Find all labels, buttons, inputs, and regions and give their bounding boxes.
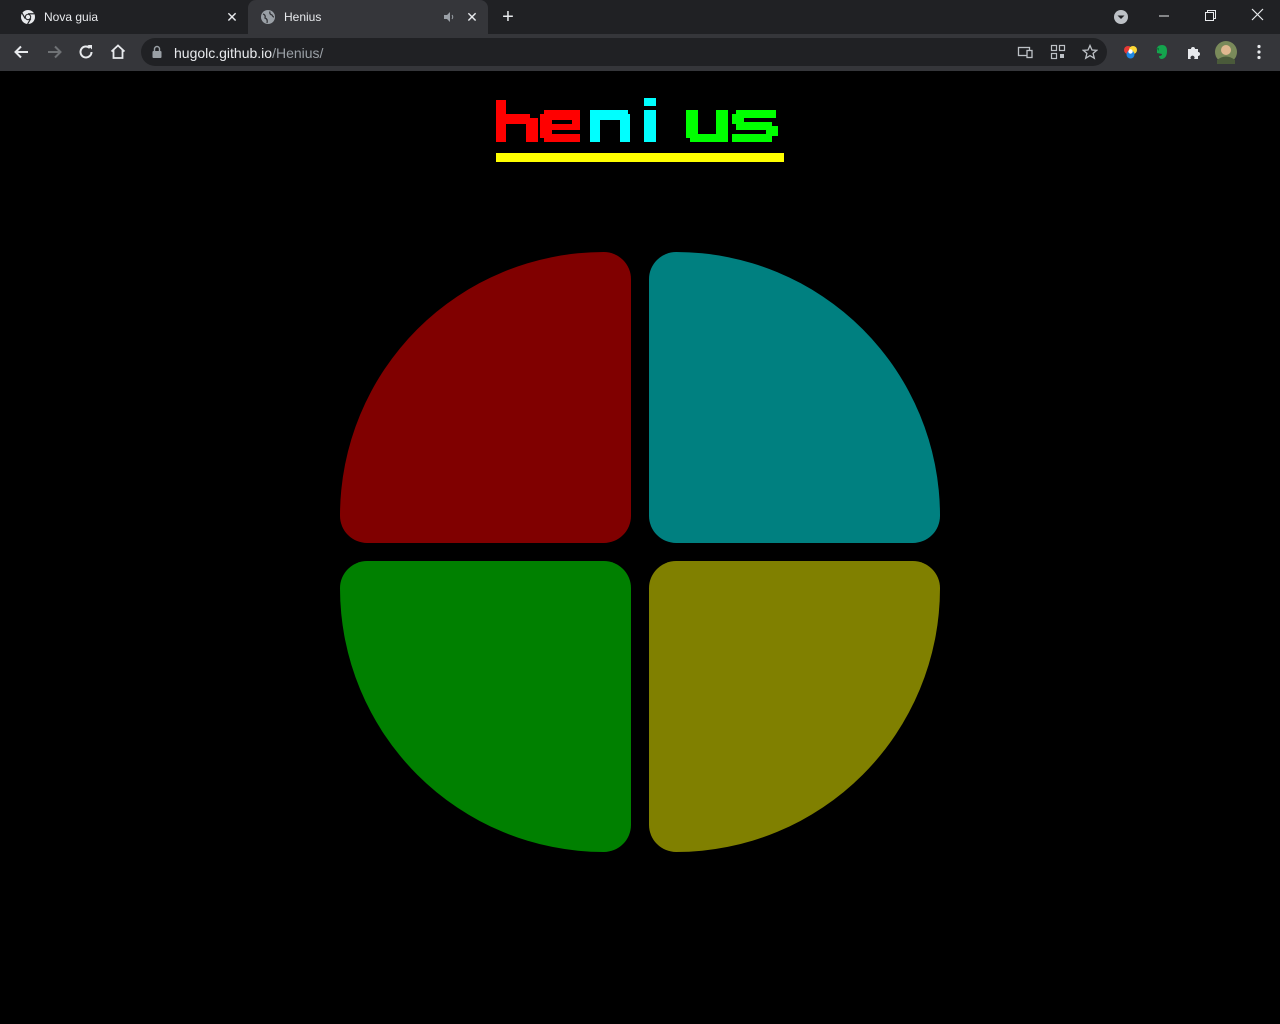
olive-pad[interactable] bbox=[649, 561, 940, 852]
tab-title: Henius bbox=[284, 10, 322, 24]
minimize-icon[interactable] bbox=[1141, 4, 1187, 28]
forward-icon[interactable] bbox=[44, 42, 64, 62]
tab-henius[interactable]: Henius ✕ bbox=[248, 0, 488, 34]
lock-icon[interactable] bbox=[151, 45, 163, 59]
bookmark-star-icon[interactable] bbox=[1082, 44, 1098, 60]
close-window-icon[interactable] bbox=[1234, 4, 1280, 28]
tab-strip: Nova guia ✕ Henius ✕ + bbox=[0, 0, 1280, 34]
color-picker-extension-icon[interactable] bbox=[1121, 43, 1139, 61]
tab-title: Nova guia bbox=[44, 10, 99, 24]
game-board bbox=[340, 252, 940, 852]
url-host: hugolc.github.io bbox=[174, 45, 273, 61]
restore-icon[interactable] bbox=[1187, 4, 1233, 28]
evernote-extension-icon[interactable] bbox=[1153, 43, 1171, 61]
logo-letters-he bbox=[496, 100, 580, 142]
close-tab-icon[interactable]: ✕ bbox=[464, 9, 480, 25]
logo-letters-ni bbox=[590, 98, 656, 142]
logo-letters-us bbox=[686, 110, 778, 142]
green-pad[interactable] bbox=[340, 561, 631, 852]
address-bar[interactable]: hugolc.github.io/Henius/ bbox=[141, 38, 1107, 66]
new-tab-button[interactable]: + bbox=[498, 7, 518, 27]
globe-icon bbox=[261, 10, 275, 24]
tab-search-icon[interactable] bbox=[1113, 9, 1129, 25]
toolbar: hugolc.github.io/Henius/ bbox=[0, 34, 1280, 71]
url-text: hugolc.github.io/Henius/ bbox=[174, 45, 323, 61]
logo-underline bbox=[496, 153, 784, 162]
url-path: /Henius/ bbox=[272, 45, 324, 61]
speaker-icon[interactable] bbox=[442, 10, 456, 24]
back-icon[interactable] bbox=[12, 42, 32, 62]
teal-pad[interactable] bbox=[649, 252, 940, 543]
home-icon[interactable] bbox=[108, 42, 128, 62]
qr-code-icon[interactable] bbox=[1050, 44, 1066, 60]
cast-icon[interactable] bbox=[1017, 44, 1033, 60]
reload-icon[interactable] bbox=[76, 42, 96, 62]
tab-nova-guia[interactable]: Nova guia ✕ bbox=[8, 0, 248, 34]
chrome-icon bbox=[21, 10, 35, 25]
red-pad[interactable] bbox=[340, 252, 631, 543]
extensions-puzzle-icon[interactable] bbox=[1185, 43, 1203, 61]
profile-avatar[interactable] bbox=[1214, 40, 1238, 64]
close-tab-icon[interactable]: ✕ bbox=[224, 9, 240, 25]
more-menu-icon[interactable] bbox=[1250, 43, 1268, 61]
